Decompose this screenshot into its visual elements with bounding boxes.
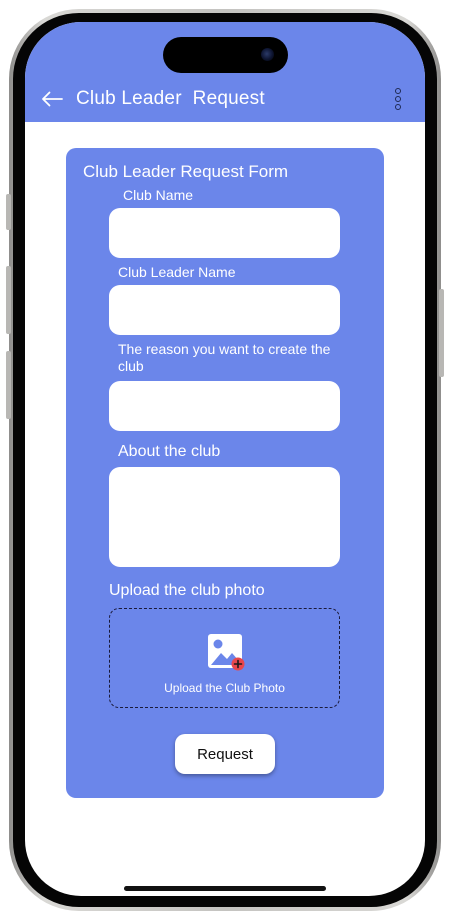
form-title: Club Leader Request Form	[83, 162, 289, 181]
club-name-label: Club Name	[123, 187, 194, 203]
volume-down-button	[6, 351, 11, 419]
more-options-button[interactable]	[388, 86, 408, 112]
reason-label: The reason you want to create the club	[118, 341, 331, 374]
app-bar: Club Leader Request	[25, 22, 425, 122]
home-indicator	[124, 886, 326, 891]
request-button[interactable]: Request	[175, 734, 275, 774]
club-leader-name-input[interactable]	[109, 285, 340, 335]
upload-photo-label: Upload the club photo	[109, 582, 265, 599]
arrow-left-icon	[42, 91, 63, 107]
about-club-label: About the club	[118, 443, 221, 460]
request-form-card: Club Leader Request Form Club Name Club …	[66, 148, 384, 798]
club-name-input[interactable]	[109, 208, 340, 258]
dynamic-island	[163, 37, 288, 73]
upload-photo-dropzone[interactable]: Upload the Club Photo	[109, 608, 340, 708]
app-screen: Club Leader Request Club Leader Request …	[25, 22, 425, 896]
volume-up-button	[6, 266, 11, 334]
add-image-icon	[208, 634, 245, 671]
action-button	[6, 194, 11, 230]
about-club-textarea[interactable]	[109, 467, 340, 567]
reason-input[interactable]	[109, 381, 340, 431]
camera-icon	[261, 48, 274, 61]
club-leader-name-label: Club Leader Name	[118, 264, 236, 280]
page-title: Club Leader Request	[76, 88, 265, 109]
upload-photo-text: Upload the Club Photo	[164, 681, 285, 695]
back-button[interactable]	[39, 86, 65, 112]
more-vertical-icon	[395, 88, 401, 94]
power-button	[439, 289, 444, 377]
